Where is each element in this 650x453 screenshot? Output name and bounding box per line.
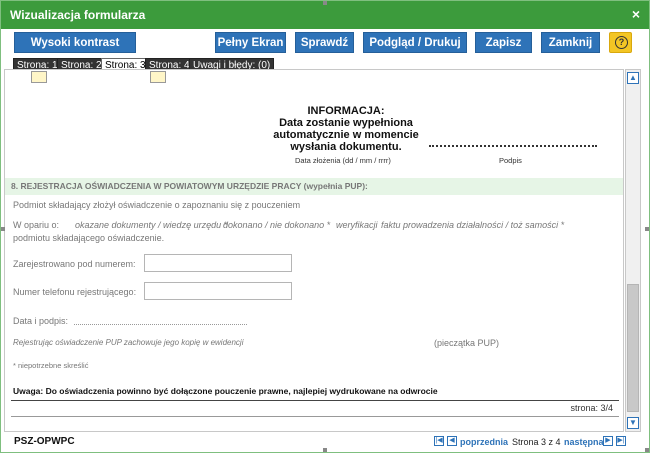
registered-label: Zarejestrowano pod numerem: (13, 259, 136, 269)
next-page-icon[interactable]: ▶ (603, 436, 613, 446)
vertical-scrollbar[interactable]: ▲ ▼ (625, 69, 641, 432)
section-title: 8. REJESTRACJA OŚWIADCZENIA W POWIATOWYM… (11, 181, 368, 191)
fullscreen-button[interactable]: Pełny Ekran (215, 32, 286, 53)
chevron-down-icon[interactable]: ▼ (627, 417, 639, 429)
stamp-label: (pieczątka PUP) (434, 338, 500, 348)
page-status: Strona 3 z 4 (512, 437, 561, 447)
registered-number-input[interactable] (144, 254, 292, 272)
phone-input[interactable] (144, 282, 292, 300)
phone-label: Numer telefonu rejestrującego: (13, 287, 137, 297)
prev-page-link[interactable]: poprzednia (460, 437, 508, 447)
opinion-item[interactable]: faktu prowadzenia działalności / toż sam… (381, 220, 564, 230)
date-sign-line (74, 324, 247, 325)
title-bar: Wizualizacja formularza × (1, 1, 649, 29)
opinion-suffix: podmiotu składającego oświadczenie. (13, 233, 165, 243)
check-button[interactable]: Sprawdź (295, 32, 354, 53)
opinion-item[interactable]: dokonano / nie dokonano * (223, 220, 330, 230)
first-page-icon[interactable]: |◀ (434, 436, 444, 446)
form-code: PSZ-OPWPC (14, 436, 75, 447)
preview-print-button[interactable]: Podgląd / Drukuj (363, 32, 467, 53)
help-button[interactable]: ? (609, 32, 632, 53)
window-title: Wizualizacja formularza (10, 8, 146, 22)
resize-handle[interactable] (323, 448, 327, 452)
toolbar: Wysoki kontrast Pełny Ekran Sprawdź Podg… (1, 32, 649, 54)
page-rule (11, 400, 619, 401)
last-page-icon[interactable]: ▶| (616, 436, 626, 446)
prev-page-icon[interactable]: ◀ (447, 436, 457, 446)
info-heading: INFORMACJA: (307, 105, 385, 117)
save-button[interactable]: Zapisz (475, 32, 532, 53)
page-indicator: strona: 3/4 (570, 403, 613, 413)
opinion-prefix: W opariu o: (13, 220, 60, 230)
info-line: automatycznie w momencie (273, 129, 419, 141)
section-header: 8. REJESTRACJA OŚWIADCZENIA W POWIATOWYM… (5, 178, 623, 195)
declaration-text: Podmiot składający złożył oświadczenie o… (13, 200, 301, 210)
checkbox[interactable] (150, 71, 166, 83)
divider (11, 416, 619, 417)
resize-handle[interactable] (1, 227, 5, 231)
resize-handle[interactable] (645, 448, 649, 452)
resize-handle[interactable] (323, 1, 327, 5)
date-label: Data złożenia (dd / mm / rrrr) (295, 156, 391, 165)
info-block: INFORMACJA: Data zostanie wypełniona aut… (273, 105, 419, 153)
checkbox[interactable] (31, 71, 47, 83)
scrollbar-thumb[interactable] (627, 284, 639, 412)
footnote: * niepotrzebne skreślić (13, 361, 89, 370)
info-line: Data zostanie wypełniona (279, 117, 413, 129)
opinion-item[interactable]: weryfikacji (336, 220, 378, 230)
resize-handle[interactable] (645, 227, 649, 231)
info-line: wysłania dokumentu. (290, 141, 402, 153)
next-page-link[interactable]: następna (564, 437, 604, 447)
close-icon[interactable]: × (632, 6, 640, 22)
close-button[interactable]: Zamknij (541, 32, 600, 53)
form-window: Wizualizacja formularza × Wysoki kontras… (0, 0, 650, 453)
chevron-up-icon[interactable]: ▲ (627, 72, 639, 84)
opinion-item[interactable]: okazane dokumenty / wiedzę urzędu * (75, 220, 227, 230)
help-icon: ? (615, 36, 628, 49)
document-view: INFORMACJA: Data zostanie wypełniona aut… (4, 69, 624, 432)
notice-text: Uwaga: Do oświadczenia powinno być dołąc… (13, 386, 438, 396)
signature-label: Podpis (499, 156, 522, 165)
high-contrast-button[interactable]: Wysoki kontrast (14, 32, 136, 53)
registration-note: Rejestrując oświadczenie PUP zachowuje j… (13, 338, 244, 347)
date-sign-label: Data i podpis: (13, 316, 69, 326)
signature-line (429, 145, 597, 147)
